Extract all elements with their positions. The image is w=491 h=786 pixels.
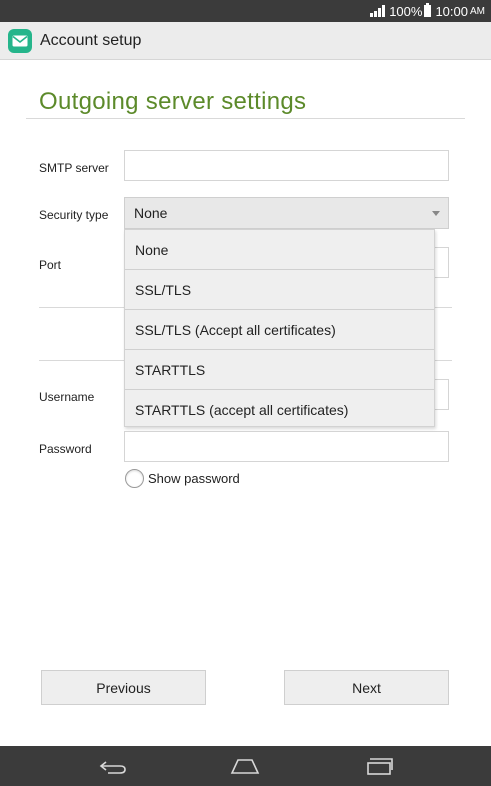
security-type-value: None: [134, 205, 168, 221]
show-password-label[interactable]: Show password: [148, 471, 240, 486]
back-icon[interactable]: [98, 756, 128, 776]
recent-apps-icon[interactable]: [364, 756, 394, 776]
signal-icon: [370, 5, 386, 17]
battery-icon: [424, 3, 432, 17]
battery-percent: 100%: [389, 3, 423, 19]
dropdown-option-starttls[interactable]: STARTTLS: [125, 350, 434, 390]
dropdown-option-none[interactable]: None: [125, 230, 434, 270]
dropdown-option-ssl-tls-accept-all[interactable]: SSL/TLS (Accept all certificates): [125, 310, 434, 350]
dropdown-option-starttls-accept-all[interactable]: STARTTLS (accept all certificates): [125, 390, 434, 430]
smtp-server-input[interactable]: [124, 150, 449, 181]
mail-icon: [8, 28, 32, 53]
clock: 10:00: [435, 3, 468, 19]
password-label: Password: [39, 442, 92, 456]
security-type-select[interactable]: None: [124, 197, 449, 229]
port-label: Port: [39, 258, 62, 272]
next-button[interactable]: Next: [284, 670, 449, 705]
username-label: Username: [39, 390, 95, 404]
action-bar-title: Account setup: [40, 31, 142, 49]
dropdown-option-ssl-tls[interactable]: SSL/TLS: [125, 270, 434, 310]
previous-button[interactable]: Previous: [41, 670, 206, 705]
security-type-label: Security type: [39, 208, 109, 222]
home-icon[interactable]: [230, 756, 260, 776]
chevron-down-icon: [432, 211, 440, 216]
navigation-bar: [0, 746, 491, 786]
page-title: Outgoing server settings: [39, 88, 307, 115]
title-divider: [26, 118, 465, 119]
status-bar: 100% 10:00 AM: [0, 0, 491, 22]
password-input[interactable]: [124, 431, 449, 462]
action-bar: Account setup: [0, 22, 491, 60]
smtp-server-label: SMTP server: [39, 161, 109, 175]
clock-ampm: AM: [470, 5, 485, 17]
security-type-dropdown: None SSL/TLS SSL/TLS (Accept all certifi…: [124, 229, 435, 427]
show-password-checkbox[interactable]: [125, 469, 144, 488]
